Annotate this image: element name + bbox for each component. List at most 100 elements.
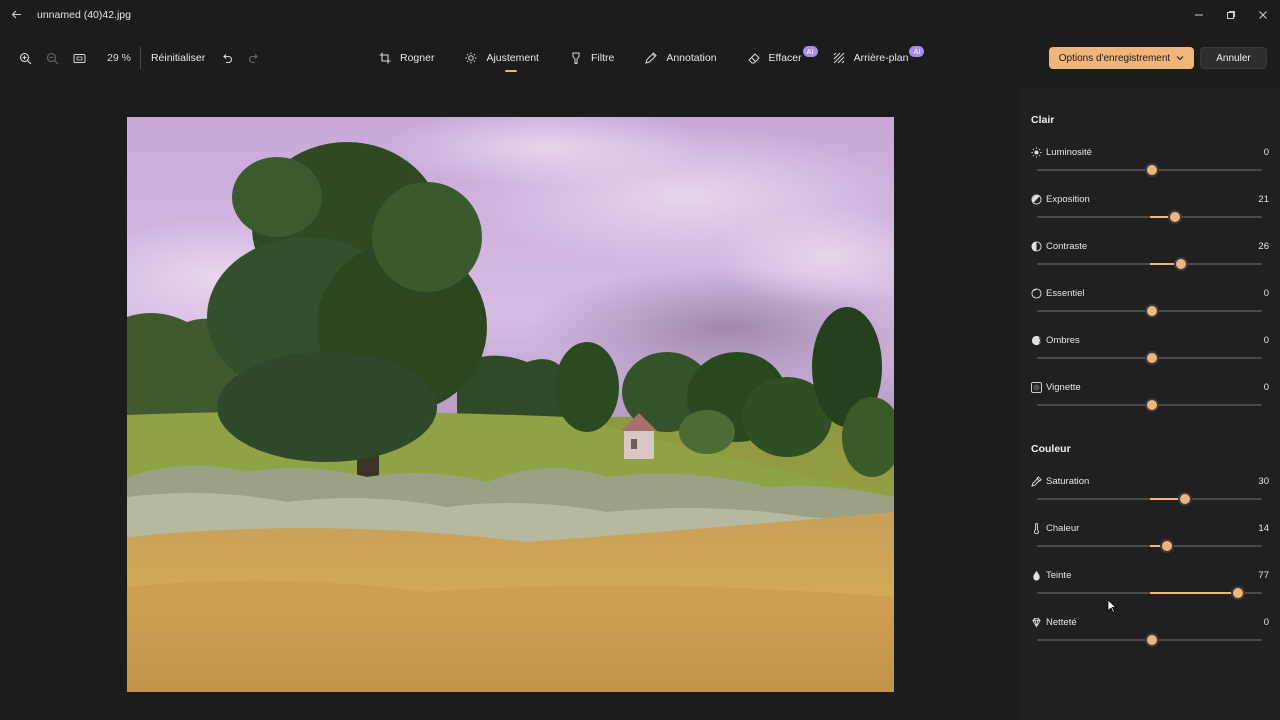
slider-track[interactable]: [1037, 210, 1262, 224]
landscape-photo: [127, 117, 894, 692]
slider-label: Vignette: [1046, 382, 1081, 393]
shadows-icon: [1030, 334, 1042, 346]
ai-badge: AI: [802, 46, 818, 57]
zoom-in-icon: [19, 52, 32, 64]
filter-icon: [569, 51, 583, 65]
slider-label: Teinte: [1046, 570, 1072, 581]
eyedropper-icon: [1030, 475, 1042, 487]
edited-photo[interactable]: [127, 117, 894, 692]
slider-track[interactable]: [1037, 633, 1262, 647]
exposure-icon: [1030, 193, 1042, 205]
slider-thumb[interactable]: [1144, 398, 1159, 412]
slider-thumb[interactable]: [1160, 539, 1175, 553]
background-icon: [832, 51, 846, 65]
pen-icon: [644, 51, 658, 65]
slider-label: Saturation: [1046, 476, 1090, 487]
save-options-button[interactable]: Options d'enregistrement: [1049, 47, 1194, 69]
tab-filter[interactable]: Filtre: [557, 43, 626, 73]
edit-tools-bar: Rogner Ajustement Filtre Annotation Effa…: [366, 43, 926, 73]
reset-button[interactable]: Réinitialiser: [143, 52, 213, 64]
slider-label: Netteté: [1046, 617, 1077, 628]
minimize-icon: [1195, 14, 1203, 16]
slider-track[interactable]: [1037, 351, 1262, 365]
ai-badge: AI: [909, 46, 925, 57]
tab-crop[interactable]: Rogner: [366, 43, 446, 73]
section-color-title: Couleur: [1031, 443, 1071, 455]
zoom-in-button[interactable]: [12, 44, 39, 72]
redo-icon: [248, 54, 258, 64]
undo-icon: [222, 54, 232, 64]
slider-track[interactable]: [1037, 398, 1262, 412]
zoom-level[interactable]: 29 %: [93, 52, 138, 64]
slider-thumb[interactable]: [1144, 163, 1159, 177]
slider-value: 0: [1263, 147, 1269, 158]
slider-track[interactable]: [1037, 492, 1262, 506]
tab-filter-label: Filtre: [590, 52, 615, 64]
slider-track[interactable]: [1037, 539, 1262, 553]
slider-thumb[interactable]: [1144, 304, 1159, 318]
slider-thumb[interactable]: [1178, 492, 1193, 506]
slider-label: Contraste: [1046, 241, 1088, 252]
slider-value: 77: [1258, 570, 1269, 581]
slider-track[interactable]: [1037, 586, 1262, 600]
slider-warmth[interactable]: Chaleur 14: [1019, 522, 1280, 568]
tab-background-label: Arrière-plan: [853, 52, 909, 64]
contrast-icon: [1030, 240, 1042, 252]
arrow-left-icon: [11, 10, 21, 19]
sharpness-icon: [1030, 616, 1042, 628]
zoom-out-button[interactable]: [39, 44, 66, 72]
slider-tint[interactable]: Teinte 77: [1019, 569, 1280, 615]
slider-brightness[interactable]: Luminosité 0: [1019, 146, 1280, 192]
tab-annotation[interactable]: Annotation: [632, 43, 728, 73]
slider-label: Luminosité: [1046, 147, 1092, 158]
crop-icon: [378, 51, 392, 65]
vignette-icon: [1030, 381, 1042, 393]
restore-icon: [1227, 11, 1235, 19]
tab-annotation-label: Annotation: [666, 52, 717, 64]
slider-thumb[interactable]: [1144, 633, 1159, 647]
slider-highlights[interactable]: Essentiel 0: [1019, 287, 1280, 333]
tab-crop-label: Rogner: [400, 52, 435, 64]
title-bar: unnamed (40)42.jpg: [0, 0, 1280, 32]
close-window-button[interactable]: [1247, 4, 1279, 28]
sun-icon: [1030, 146, 1042, 158]
slider-label: Exposition: [1046, 194, 1090, 205]
chevron-down-icon: [1176, 54, 1184, 63]
slider-shadows[interactable]: Ombres 0: [1019, 334, 1280, 380]
minimize-button[interactable]: [1183, 4, 1215, 28]
highlights-icon: [1030, 287, 1042, 299]
slider-thumb[interactable]: [1168, 210, 1183, 224]
slider-sharpness[interactable]: Netteté 0: [1019, 616, 1280, 662]
adjustments-panel: Clair Luminosité 0 Exposition 21 Contras…: [1019, 88, 1280, 720]
tab-erase[interactable]: Effacer AI: [735, 43, 818, 73]
slider-value: 21: [1258, 194, 1269, 205]
tab-adjustment-label: Ajustement: [486, 52, 539, 64]
cancel-button[interactable]: Annuler: [1200, 47, 1267, 69]
slider-thumb[interactable]: [1231, 586, 1246, 600]
slider-contrast[interactable]: Contraste 26: [1019, 240, 1280, 286]
redo-button[interactable]: [240, 44, 267, 72]
tab-background[interactable]: Arrière-plan AI: [820, 43, 925, 73]
slider-value: 26: [1258, 241, 1269, 252]
close-icon: [1259, 11, 1267, 19]
restore-button[interactable]: [1215, 4, 1247, 28]
fit-screen-icon: [73, 53, 86, 63]
slider-saturation[interactable]: Saturation 30: [1019, 475, 1280, 521]
slider-thumb[interactable]: [1144, 351, 1159, 365]
slider-value: 0: [1263, 617, 1269, 628]
slider-track[interactable]: [1037, 304, 1262, 318]
slider-vignette[interactable]: Vignette 0: [1019, 381, 1280, 427]
back-button[interactable]: [6, 6, 26, 26]
slider-thumb[interactable]: [1173, 257, 1188, 271]
thermometer-icon: [1030, 522, 1042, 534]
slider-exposure[interactable]: Exposition 21: [1019, 193, 1280, 239]
undo-button[interactable]: [213, 44, 240, 72]
slider-track[interactable]: [1037, 257, 1262, 271]
slider-track[interactable]: [1037, 163, 1262, 177]
section-light-title: Clair: [1031, 114, 1055, 126]
fit-screen-button[interactable]: [66, 44, 93, 72]
tab-adjustment[interactable]: Ajustement: [452, 43, 551, 73]
brightness-icon: [464, 51, 478, 65]
droplet-icon: [1030, 569, 1042, 581]
eraser-icon: [747, 51, 761, 65]
